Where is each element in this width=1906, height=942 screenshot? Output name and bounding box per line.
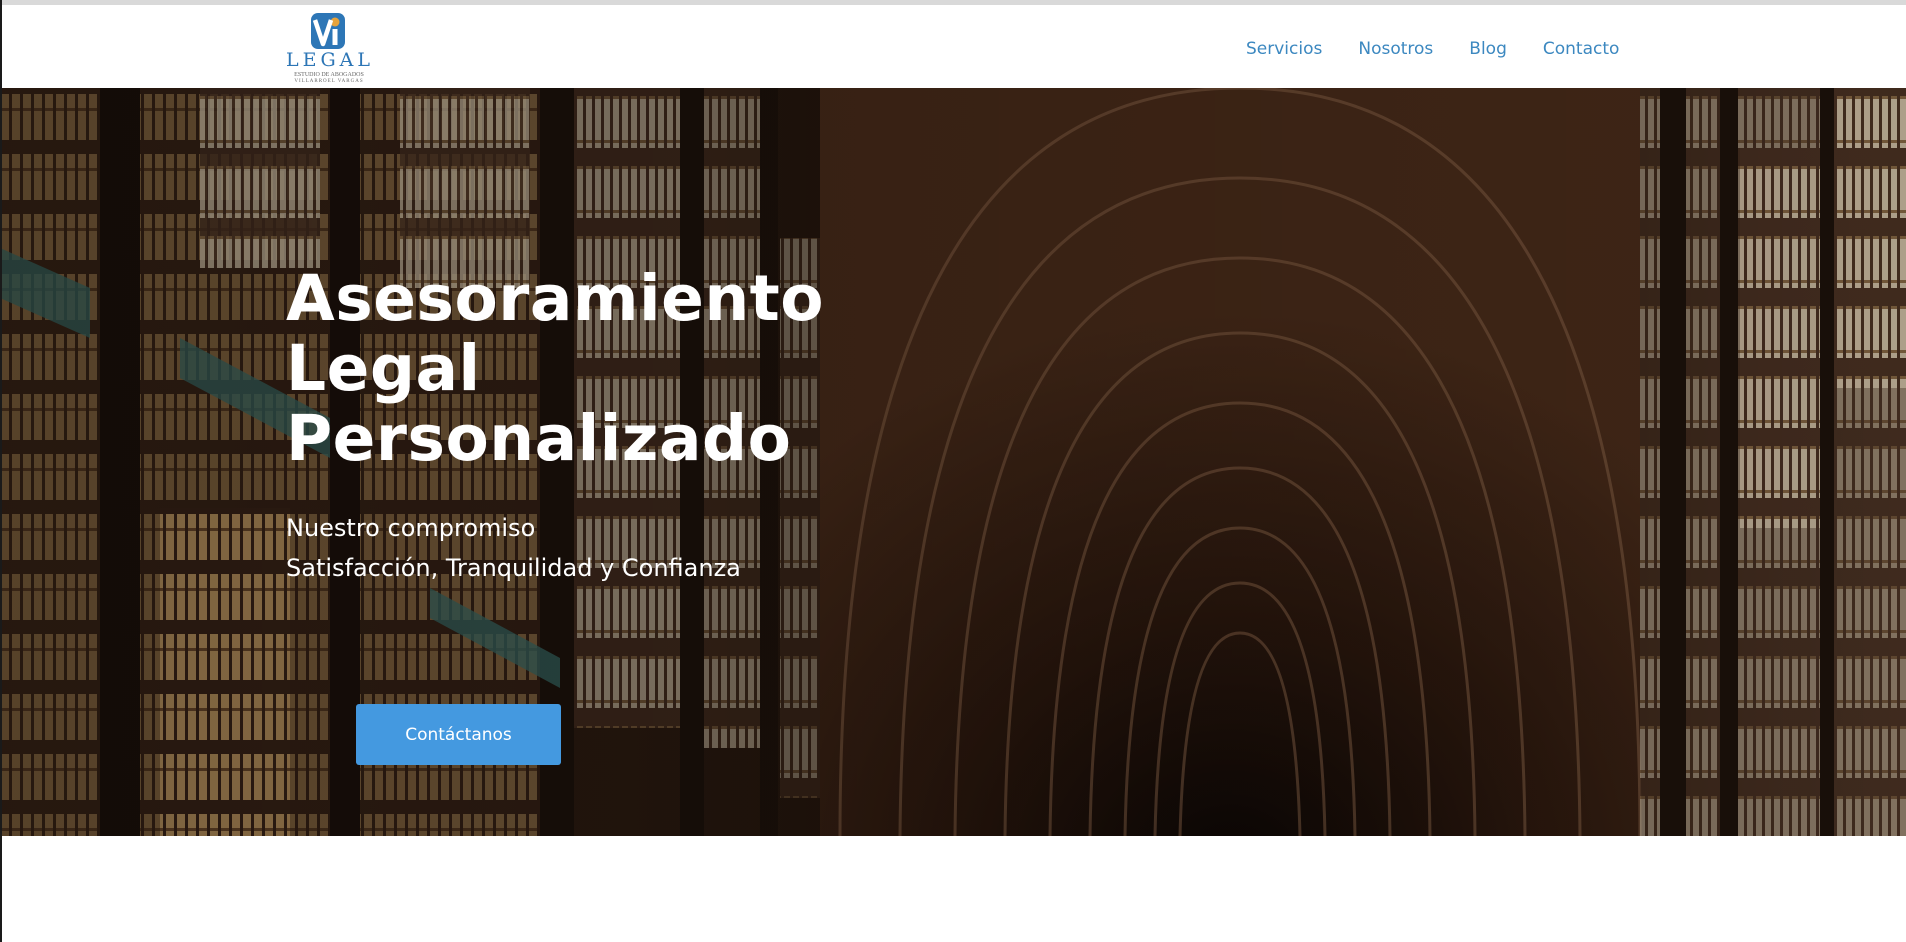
hero-subtitle: Nuestro compromiso Satisfacción, Tranqui… <box>286 508 986 588</box>
hero-subtitle-line: Satisfacción, Tranquilidad y Confianza <box>286 554 741 582</box>
main-nav: Servicios Nosotros Blog Contacto <box>1246 36 1619 62</box>
nav-item-servicios[interactable]: Servicios <box>1246 38 1322 60</box>
logo-wordmark: LEGAL <box>286 49 375 71</box>
hero-section: Asesoramiento Legal Personalizado Nuestr… <box>0 88 1906 836</box>
nav-item-contacto[interactable]: Contacto <box>1543 38 1620 60</box>
site-header: LEGAL ESTUDIO DE ABOGADOS VILLARROEL VAR… <box>0 5 1906 88</box>
nav-item-blog[interactable]: Blog <box>1469 38 1507 60</box>
logo-tagline: ESTUDIO DE ABOGADOS <box>294 72 364 78</box>
hero-title-line: Asesoramiento <box>286 262 825 335</box>
content-area <box>0 836 1906 942</box>
hero-subtitle-line: Nuestro compromiso <box>286 514 536 542</box>
nav-item-nosotros[interactable]: Nosotros <box>1358 38 1433 60</box>
hero-title-line: Personalizado <box>286 402 792 475</box>
logo-mark-icon <box>311 13 345 49</box>
hero-title-line: Legal <box>286 332 481 405</box>
hero-text: Asesoramiento Legal Personalizado Nuestr… <box>286 264 986 588</box>
logo-firm-name: VILLARROEL VARGAS <box>294 79 364 84</box>
contact-cta-button[interactable]: Contáctanos <box>356 704 561 765</box>
site-logo[interactable]: LEGAL ESTUDIO DE ABOGADOS VILLARROEL VAR… <box>286 11 372 87</box>
window-left-border <box>0 0 2 942</box>
hero-title: Asesoramiento Legal Personalizado <box>286 264 986 474</box>
